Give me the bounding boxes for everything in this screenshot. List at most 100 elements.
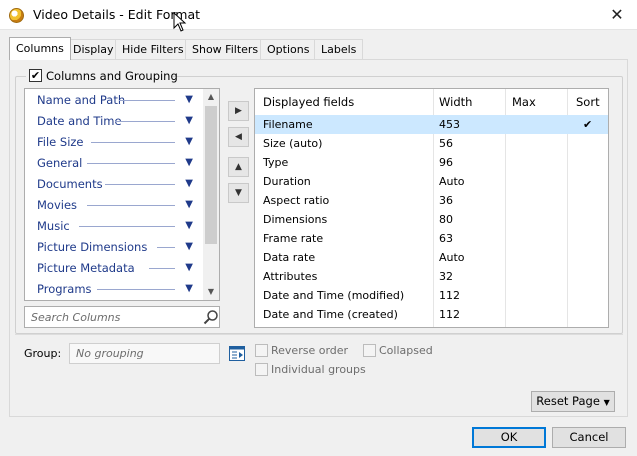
remove-field-button[interactable]: ◀ <box>228 127 249 147</box>
chevron-down-icon: ▼ <box>185 178 193 189</box>
chevron-down-icon: ▼ <box>185 220 193 231</box>
sort-check-icon: ✔ <box>583 118 593 131</box>
collapsed-checkbox[interactable] <box>363 344 376 357</box>
field-name: Dimensions <box>263 213 328 226</box>
header-width[interactable]: Width <box>439 89 472 115</box>
arrow-right-icon: ▶ <box>235 106 242 116</box>
category-divider-line <box>87 205 175 206</box>
field-width: 63 <box>439 232 453 245</box>
app-icon <box>9 8 24 23</box>
field-name: Filename <box>263 118 313 131</box>
table-row[interactable]: Frame rate 63 <box>255 229 608 248</box>
table-row[interactable]: Duration Auto <box>255 172 608 191</box>
category-label: Picture Metadata <box>37 261 135 275</box>
header-max[interactable]: Max <box>512 89 536 115</box>
tab-labels[interactable]: Labels <box>314 39 364 59</box>
chevron-down-icon: ▼ <box>185 115 193 126</box>
section-divider <box>15 334 623 335</box>
category-item-picture-metadata[interactable]: Picture Metadata ▼ <box>37 258 197 278</box>
individual-groups-label: Individual groups <box>271 363 366 376</box>
chevron-down-icon: ▼ <box>185 241 193 252</box>
scrollbar-thumb[interactable] <box>205 106 217 244</box>
table-row[interactable]: Date and Time (modified) 112 <box>255 286 608 305</box>
category-divider-line <box>149 268 175 269</box>
field-name: Date and Time (modified) <box>263 289 405 302</box>
move-up-button[interactable]: ▲ <box>228 157 249 177</box>
cancel-button[interactable]: Cancel <box>552 427 626 448</box>
category-item-date-and-time[interactable]: Date and Time ▼ <box>37 111 197 131</box>
group-label: Group: <box>24 347 62 360</box>
category-item-documents[interactable]: Documents ▼ <box>37 174 197 194</box>
category-label: Movies <box>37 198 78 212</box>
move-down-button[interactable]: ▼ <box>228 183 249 203</box>
category-divider-line <box>97 289 175 290</box>
close-icon[interactable]: ✕ <box>603 3 631 27</box>
group-by-field[interactable]: No grouping <box>69 343 220 364</box>
reset-page-label: Reset Page <box>536 394 600 408</box>
category-divider-line <box>115 121 175 122</box>
field-width: 112 <box>439 308 460 321</box>
category-item-name-and-path[interactable]: Name and Path ▼ <box>37 90 197 110</box>
table-row[interactable]: Dimensions 80 <box>255 210 608 229</box>
search-input[interactable] <box>31 310 191 324</box>
table-row[interactable]: Size (auto) 56 <box>255 134 608 153</box>
dropdown-arrow-icon: ▼ <box>603 398 610 407</box>
group-picker-icon[interactable] <box>229 346 245 361</box>
field-name: Date and Time (created) <box>263 308 398 321</box>
header-displayed-fields[interactable]: Displayed fields <box>263 89 354 115</box>
arrow-left-icon: ◀ <box>235 132 242 142</box>
table-row[interactable]: Date and Time (created) 112 <box>255 305 608 324</box>
chevron-down-icon: ▼ <box>185 136 193 147</box>
table-row[interactable]: Attributes 32 <box>255 267 608 286</box>
field-name: Attributes <box>263 270 318 283</box>
individual-groups-checkbox[interactable] <box>255 363 268 376</box>
field-width: 36 <box>439 194 453 207</box>
arrow-down-icon: ▼ <box>235 188 242 198</box>
tab-display[interactable]: Display <box>66 39 121 59</box>
category-label: Documents <box>37 177 103 191</box>
add-field-button[interactable]: ▶ <box>228 101 249 121</box>
header-sort[interactable]: Sort <box>576 89 600 115</box>
scroll-down-icon[interactable]: ▼ <box>203 284 219 300</box>
category-item-picture-dimensions[interactable]: Picture Dimensions ▼ <box>37 237 197 257</box>
field-name: Type <box>263 156 289 169</box>
category-item-programs[interactable]: Programs ▼ <box>37 279 197 299</box>
columns-grouping-checkbox[interactable]: ✔ <box>29 69 42 82</box>
search-box[interactable] <box>24 306 220 328</box>
ok-button[interactable]: OK <box>472 427 546 448</box>
field-width: Auto <box>439 175 465 188</box>
field-name: Size (auto) <box>263 137 323 150</box>
chevron-down-icon: ▼ <box>185 199 193 210</box>
table-row[interactable]: Aspect ratio 36 <box>255 191 608 210</box>
category-label: File Size <box>37 135 84 149</box>
search-icon[interactable] <box>203 309 219 325</box>
tab-options[interactable]: Options <box>260 39 317 59</box>
category-divider-line <box>91 142 175 143</box>
table-row[interactable]: Type 96 <box>255 153 608 172</box>
reverse-order-checkbox[interactable] <box>255 344 268 357</box>
reset-page-button[interactable]: Reset Page ▼ <box>531 391 615 412</box>
table-row[interactable]: Data rate Auto <box>255 248 608 267</box>
category-item-file-size[interactable]: File Size ▼ <box>37 132 197 152</box>
tab-show-filters[interactable]: Show Filters <box>185 39 266 59</box>
category-item-movies[interactable]: Movies ▼ <box>37 195 197 215</box>
field-name: Aspect ratio <box>263 194 330 207</box>
category-divider-line <box>119 100 175 101</box>
arrow-up-icon: ▲ <box>235 162 242 172</box>
category-divider-line <box>79 226 175 227</box>
category-item-general[interactable]: General ▼ <box>37 153 197 173</box>
columns-grouping-label: Columns and Grouping <box>46 69 178 83</box>
chevron-down-icon: ▼ <box>185 262 193 273</box>
tab-hide-filters[interactable]: Hide Filters <box>115 39 191 59</box>
scroll-up-icon[interactable]: ▲ <box>203 89 219 105</box>
displayed-fields-table[interactable]: Displayed fields Width Max Sort Filename… <box>254 88 609 328</box>
field-name: Data rate <box>263 251 316 264</box>
category-label: Music <box>37 219 70 233</box>
category-list[interactable]: Name and Path ▼ Date and Time ▼ File Size ▼… <box>24 88 220 301</box>
category-scrollbar[interactable]: ▲ ▼ <box>203 89 219 300</box>
category-item-music[interactable]: Music ▼ <box>37 216 197 236</box>
category-label: Date and Time <box>37 114 122 128</box>
tab-columns[interactable]: Columns <box>9 37 71 60</box>
cursor-icon <box>173 12 187 32</box>
table-row[interactable]: Filename 453 ✔ <box>255 115 608 134</box>
